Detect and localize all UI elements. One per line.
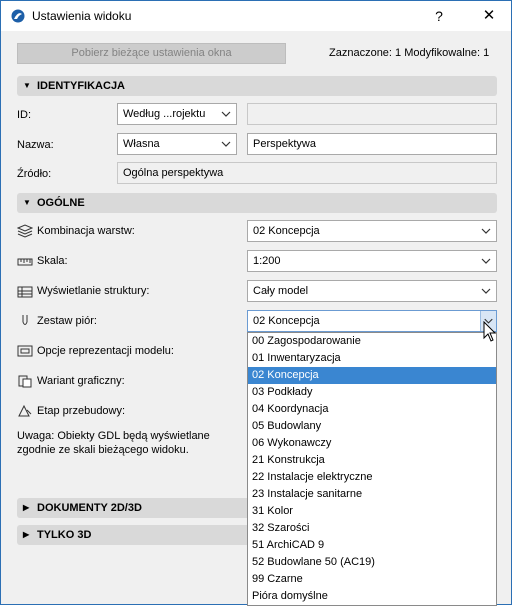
selection-status: Zaznaczone: 1 Modyfikowalne: 1 xyxy=(329,47,490,59)
name-source-value: Własna xyxy=(123,138,160,150)
pen-set-option[interactable]: 21 Konstrukcja xyxy=(248,452,496,469)
pen-set-option[interactable]: 06 Wykonawczy xyxy=(248,435,496,452)
source-label: Źródło: xyxy=(17,168,52,180)
title-bar: Ustawienia widoku ? ✕ xyxy=(1,1,511,31)
close-button[interactable]: ✕ xyxy=(479,6,499,26)
section-2d3d-documents-label: DOKUMENTY 2D/3D xyxy=(37,502,142,514)
scale-value: 1:200 xyxy=(253,255,281,267)
pen-set-option[interactable]: 52 Budowlane 50 (AC19) xyxy=(248,554,496,571)
structure-display-icon xyxy=(17,286,33,298)
name-label: Nazwa: xyxy=(17,139,54,151)
pen-set-option[interactable]: 23 Instalacje sanitarne xyxy=(248,486,496,503)
layers-icon xyxy=(17,224,33,238)
expand-arrow-icon: ▶ xyxy=(23,503,30,512)
pen-set-option[interactable]: 03 Podkłady xyxy=(248,384,496,401)
structure-display-value: Cały model xyxy=(253,285,309,297)
pen-set-option[interactable]: 22 Instalacje elektryczne xyxy=(248,469,496,486)
pen-set-combo[interactable]: 02 Koncepcja xyxy=(247,310,497,332)
view-settings-dialog: Ustawienia widoku ? ✕ Pobierz bieżące us… xyxy=(0,0,512,606)
section-general[interactable]: ▼ OGÓLNE xyxy=(17,193,497,213)
pen-set-option-selected[interactable]: 02 Koncepcja xyxy=(248,367,496,384)
chevron-down-icon xyxy=(221,141,231,147)
name-field[interactable]: Perspektywa xyxy=(247,133,497,155)
model-display-icon xyxy=(17,345,33,357)
source-field: Ogólna perspektywa xyxy=(117,162,497,184)
chevron-down-icon xyxy=(481,228,491,234)
layer-combination-combo[interactable]: 02 Koncepcja xyxy=(247,220,497,242)
layer-combination-label: Kombinacja warstw: xyxy=(37,225,135,237)
archicad-icon xyxy=(11,9,25,23)
pen-set-option[interactable]: 51 ArchiCAD 9 xyxy=(248,537,496,554)
pen-set-option[interactable]: 04 Koordynacja xyxy=(248,401,496,418)
pen-set-label: Zestaw piór: xyxy=(37,315,97,327)
collapse-arrow-icon: ▼ xyxy=(23,81,31,90)
id-field[interactable] xyxy=(247,103,497,125)
mouse-cursor-icon xyxy=(483,321,497,342)
section-general-label: OGÓLNE xyxy=(37,197,85,209)
section-3d-only-label: TYLKO 3D xyxy=(37,529,92,541)
chevron-down-icon xyxy=(221,111,231,117)
fetch-current-settings-button[interactable]: Pobierz bieżące ustawienia okna xyxy=(17,43,286,64)
pen-set-option[interactable]: 00 Zagospodarowanie xyxy=(248,333,496,350)
id-source-value: Według ...rojektu xyxy=(123,108,206,120)
pen-set-option[interactable]: 01 Inwentaryzacja xyxy=(248,350,496,367)
pen-set-value: 02 Koncepcja xyxy=(253,315,320,327)
pen-set-option[interactable]: Pióra domyślne xyxy=(248,588,496,605)
id-label: ID: xyxy=(17,109,32,121)
pen-set-option[interactable]: 31 Kolor xyxy=(248,503,496,520)
chevron-down-icon xyxy=(481,258,491,264)
section-identification[interactable]: ▼ IDENTYFIKACJA xyxy=(17,76,497,96)
scale-label: Skala: xyxy=(37,255,68,267)
layer-combination-value: 02 Koncepcja xyxy=(253,225,320,237)
chevron-down-icon xyxy=(481,288,491,294)
renovation-label: Etap przebudowy: xyxy=(37,405,126,417)
pen-icon xyxy=(22,315,28,325)
name-source-combo[interactable]: Własna xyxy=(117,133,237,155)
structure-display-label: Wyświetlanie struktury: xyxy=(37,285,150,297)
help-button[interactable]: ? xyxy=(429,6,449,26)
gdl-note: Uwaga: Obiekty GDL będą wyświetlane zgod… xyxy=(17,430,210,456)
scale-combo[interactable]: 1:200 xyxy=(247,250,497,272)
model-display-label: Opcje reprezentacji modelu: xyxy=(37,345,174,357)
structure-display-combo[interactable]: Cały model xyxy=(247,280,497,302)
pen-set-option[interactable]: 99 Czarne xyxy=(248,571,496,588)
pen-set-option[interactable]: 32 Szarości xyxy=(248,520,496,537)
window-title: Ustawienia widoku xyxy=(32,9,132,23)
graphic-override-icon xyxy=(18,375,32,388)
expand-arrow-icon: ▶ xyxy=(23,530,30,539)
renovation-icon xyxy=(18,404,32,417)
scale-ruler-icon xyxy=(17,258,33,266)
pen-set-dropdown-list: 00 Zagospodarowanie 01 Inwentaryzacja 02… xyxy=(247,332,497,606)
id-source-combo[interactable]: Według ...rojektu xyxy=(117,103,237,125)
graphic-override-label: Wariant graficzny: xyxy=(37,375,125,387)
collapse-arrow-icon: ▼ xyxy=(23,198,31,207)
pen-set-option[interactable]: 05 Budowlany xyxy=(248,418,496,435)
section-identification-label: IDENTYFIKACJA xyxy=(37,80,126,92)
